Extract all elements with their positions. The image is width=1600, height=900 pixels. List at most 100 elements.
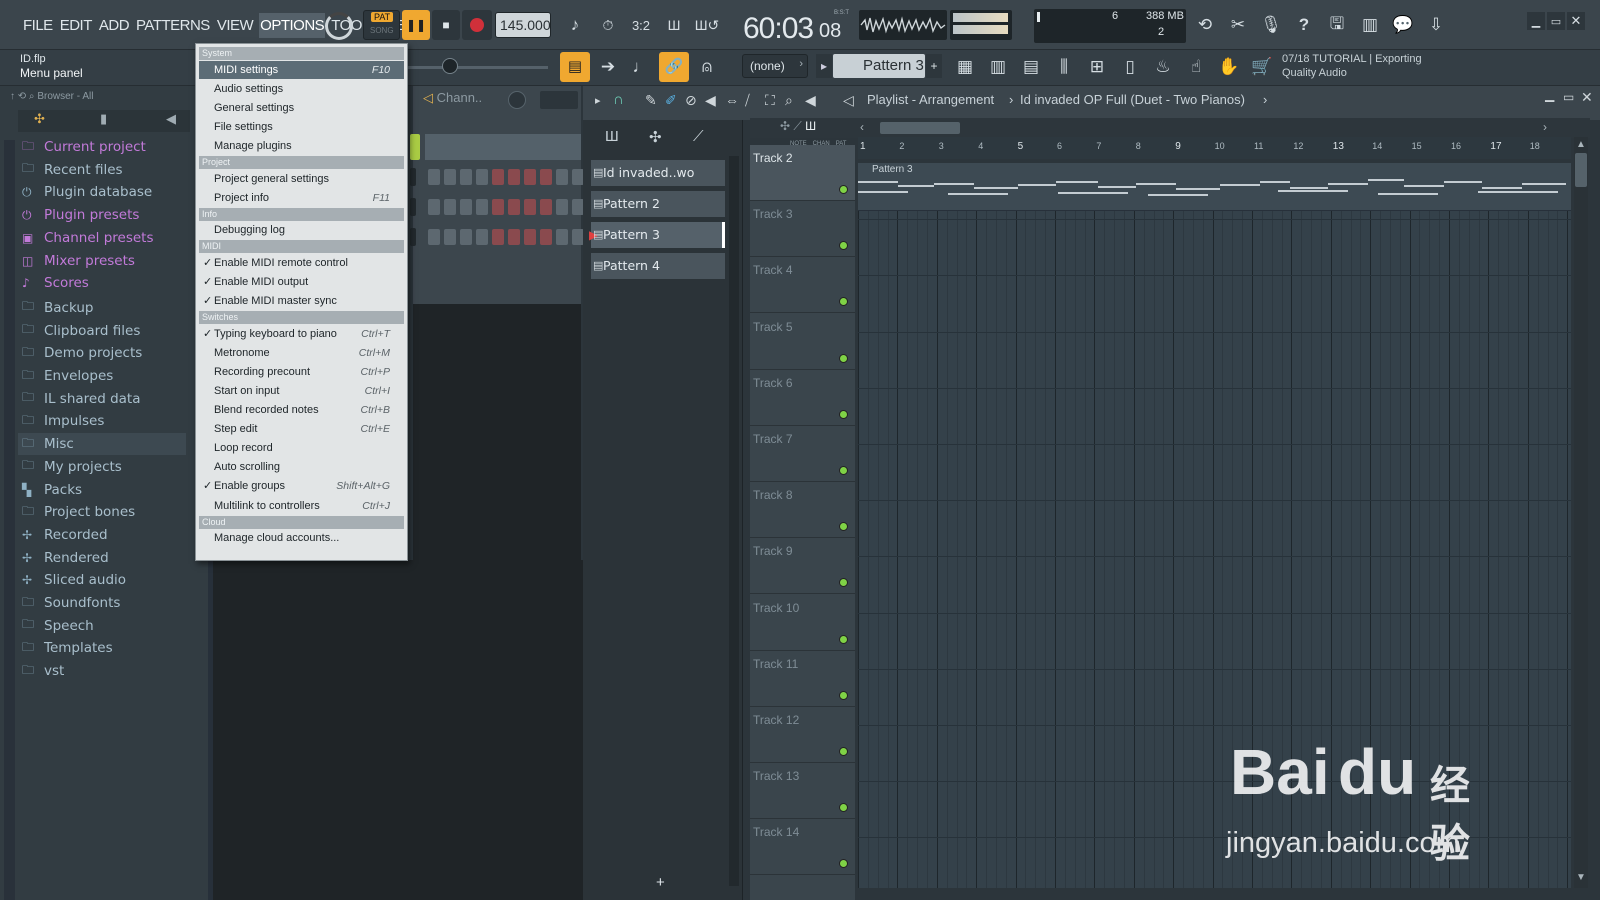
menu-item-project-general-settings[interactable]: Project general settings bbox=[199, 170, 404, 188]
step-button[interactable] bbox=[428, 229, 440, 245]
track-enable-led[interactable] bbox=[839, 409, 848, 419]
help-icon[interactable]: ? bbox=[1289, 10, 1319, 40]
audio-tab-icon[interactable]: ✣ bbox=[649, 128, 662, 146]
playlist-scroll-overview[interactable]: ✣ ⟋ Ш ‹ › bbox=[750, 118, 1590, 138]
slice-icon[interactable]: ⧸ bbox=[745, 92, 750, 109]
browser-item-project-bones[interactable]: 🗀 Project bones bbox=[22, 501, 135, 523]
menu-item-multilink-to-controllers[interactable]: Multilink to controllers Ctrl+J bbox=[199, 497, 404, 515]
menu-patterns[interactable]: PATTERNS bbox=[135, 13, 211, 38]
browser-item-channel-presets[interactable]: ▣ Channel presets bbox=[22, 227, 154, 249]
step-button[interactable] bbox=[556, 199, 568, 215]
stop-button[interactable]: ■ bbox=[432, 10, 460, 40]
track-header[interactable]: Track 6 bbox=[750, 370, 855, 426]
step-button[interactable] bbox=[556, 229, 568, 245]
browser-item-current-project[interactable]: 🗀 Current project bbox=[22, 136, 146, 158]
track-header[interactable]: Track 9 bbox=[750, 538, 855, 595]
menu-item-enable-groups[interactable]: ✓ Enable groups Shift+Alt+G bbox=[199, 477, 404, 495]
vertical-scroll-thumb[interactable] bbox=[1575, 153, 1587, 187]
window-minimize-icon[interactable]: ▁ bbox=[1545, 88, 1554, 102]
save-icon[interactable]: 🖫 bbox=[1322, 10, 1352, 40]
track-header[interactable]: Track 14 bbox=[750, 819, 855, 876]
step-button[interactable] bbox=[460, 199, 472, 215]
playback-icon[interactable]: ◀ bbox=[805, 92, 816, 109]
step-button[interactable] bbox=[476, 229, 488, 245]
browser-item-misc[interactable]: 🗀 Misc bbox=[18, 433, 186, 456]
slide-icon[interactable]: ♩ bbox=[626, 52, 656, 82]
menu-item-recording-precount[interactable]: Recording precount Ctrl+P bbox=[199, 363, 404, 381]
track-enable-led[interactable] bbox=[839, 353, 848, 363]
metronome-icon[interactable]: ♪ bbox=[560, 10, 590, 40]
speaker-icon[interactable]: ◀ bbox=[166, 111, 176, 127]
add-pattern-button[interactable]: + bbox=[926, 54, 942, 78]
menu-item-enable-midi-master-sync[interactable]: ✓ Enable MIDI master sync bbox=[199, 292, 404, 310]
download-icon[interactable]: ⇩ bbox=[1421, 10, 1451, 40]
track-enable-led[interactable] bbox=[839, 859, 848, 869]
window-maximize-icon[interactable]: ▭ bbox=[1563, 90, 1574, 104]
pattern-selector[interactable]: Pattern 3 bbox=[833, 54, 925, 78]
time-display[interactable]: 60:03 08 B:S:T bbox=[731, 8, 851, 45]
browser-item-sliced-audio[interactable]: ✢ Sliced audio bbox=[22, 569, 126, 591]
track-header[interactable]: Track 5 bbox=[750, 314, 855, 370]
step-button[interactable] bbox=[444, 169, 456, 185]
browser-item-speech[interactable]: 🗀 Speech bbox=[22, 615, 94, 637]
track-header[interactable]: Track 8 bbox=[750, 482, 855, 539]
step-button[interactable] bbox=[556, 169, 568, 185]
browser-item-scores[interactable]: ♪ Scores bbox=[22, 272, 89, 294]
step-button[interactable] bbox=[524, 199, 536, 215]
browser-item-envelopes[interactable]: 🗀 Envelopes bbox=[22, 365, 113, 387]
step-button[interactable] bbox=[428, 199, 440, 215]
pattern-clip[interactable]: Pattern 3 bbox=[858, 163, 1571, 211]
step-button[interactable] bbox=[540, 199, 552, 215]
menu-item-blend-recorded-notes[interactable]: Blend recorded notes Ctrl+B bbox=[199, 401, 404, 419]
step-button[interactable] bbox=[508, 199, 520, 215]
playlist-vertical-scrollbar[interactable]: ▲ ▼ bbox=[1574, 137, 1588, 888]
track-enable-led[interactable] bbox=[839, 634, 848, 644]
menu-item-manage-plugins[interactable]: Manage plugins bbox=[199, 137, 404, 155]
browser-item-plugin-presets[interactable]: ⏻ Plugin presets bbox=[22, 204, 139, 226]
browser-item-il-shared-data[interactable]: 🗀 IL shared data bbox=[22, 388, 140, 410]
browser-item-plugin-database[interactable]: ⏻ Plugin database bbox=[22, 181, 152, 203]
chat-icon[interactable]: 💬 bbox=[1388, 10, 1418, 40]
menu-item-typing-keyboard-to-piano[interactable]: ✓ Typing keyboard to piano Ctrl+T bbox=[199, 325, 404, 343]
mute-icon[interactable]: ◀ bbox=[705, 92, 716, 109]
step-button[interactable] bbox=[476, 199, 488, 215]
minimize-icon[interactable]: ▁ bbox=[1527, 12, 1545, 30]
pattern-item[interactable]: ▤ Pattern 2 bbox=[591, 191, 725, 217]
step-button[interactable] bbox=[508, 229, 520, 245]
arrangement-name[interactable]: Id invaded OP Full (Duet - Two Pianos) bbox=[1020, 92, 1245, 107]
select-icon[interactable]: ⛶ bbox=[765, 92, 775, 109]
menu-item-manage-cloud-accounts[interactable]: Manage cloud accounts... bbox=[199, 529, 404, 547]
render-icon[interactable]: ▥ bbox=[1355, 10, 1385, 40]
pat-song-toggle[interactable]: PAT SONG bbox=[363, 10, 400, 40]
touch-controller-icon[interactable]: ☝ bbox=[1181, 52, 1211, 82]
mixer-icon[interactable]: ⫼ bbox=[1049, 52, 1079, 82]
step-button[interactable] bbox=[492, 229, 504, 245]
pattern-item[interactable]: ▤Id invaded..wo Pianos) bbox=[591, 160, 725, 206]
plus-icon[interactable]: ✣ bbox=[34, 111, 45, 127]
piano-tab-icon[interactable]: Ш bbox=[605, 128, 619, 145]
cart-icon[interactable]: 🛒 bbox=[1247, 52, 1277, 82]
track-enable-led[interactable] bbox=[839, 690, 848, 700]
track-header[interactable]: Track 2 bbox=[750, 145, 855, 201]
step-button[interactable] bbox=[492, 169, 504, 185]
track-header[interactable]: Track 11 bbox=[750, 651, 855, 707]
track-enable-led[interactable] bbox=[839, 185, 848, 194]
record-button[interactable] bbox=[462, 10, 492, 40]
close-icon[interactable]: ✕ bbox=[1567, 12, 1585, 30]
browser-scrollbar[interactable] bbox=[4, 140, 15, 900]
play-arrow-icon[interactable]: ▸ bbox=[595, 94, 601, 107]
track-header[interactable]: Track 10 bbox=[750, 595, 855, 651]
automation-tab-icon[interactable]: ⟋ bbox=[693, 128, 704, 145]
browser-item-packs[interactable]: ▚ Packs bbox=[22, 479, 82, 501]
menu-item-metronome[interactable]: Metronome Ctrl+M bbox=[199, 344, 404, 362]
snap-select[interactable]: (none) › bbox=[742, 54, 808, 78]
track-header[interactable]: Track 3 bbox=[750, 201, 855, 258]
browser-item-templates[interactable]: 🗀 Templates bbox=[22, 637, 113, 659]
channel-selector[interactable] bbox=[410, 134, 420, 160]
menu-options[interactable]: OPTIONS bbox=[259, 12, 326, 38]
track-enable-led[interactable] bbox=[839, 297, 848, 307]
browser-item-my-projects[interactable]: 🗀 My projects bbox=[22, 456, 122, 478]
track-enable-led[interactable] bbox=[839, 466, 848, 475]
step-button[interactable] bbox=[460, 169, 472, 185]
pattern-prev-button[interactable]: ▸ bbox=[816, 54, 832, 78]
